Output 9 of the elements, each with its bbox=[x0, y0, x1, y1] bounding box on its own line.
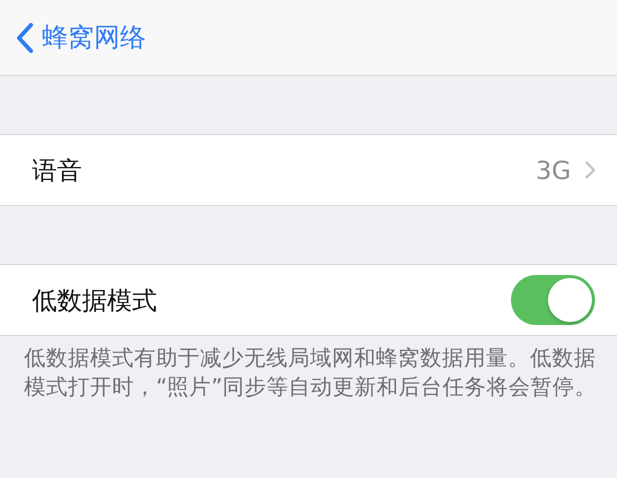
row-label: 语音 bbox=[32, 154, 83, 186]
back-chevron-icon[interactable] bbox=[16, 22, 34, 52]
toggle-switch[interactable] bbox=[511, 275, 595, 325]
chevron-icon bbox=[585, 161, 595, 179]
back-button[interactable]: 蜂窝网络 bbox=[16, 20, 146, 55]
settings-row[interactable]: 语音 3G bbox=[0, 134, 617, 206]
row-value: 3G bbox=[536, 156, 571, 184]
footer-text: 低数据模式有助于减少无线局域网和蜂窝数据用量。低数据模式打开时，“照片”同步等自动更新和后台任务将会暂停。 bbox=[23, 345, 598, 402]
row-label: 低数据模式 bbox=[32, 284, 158, 316]
